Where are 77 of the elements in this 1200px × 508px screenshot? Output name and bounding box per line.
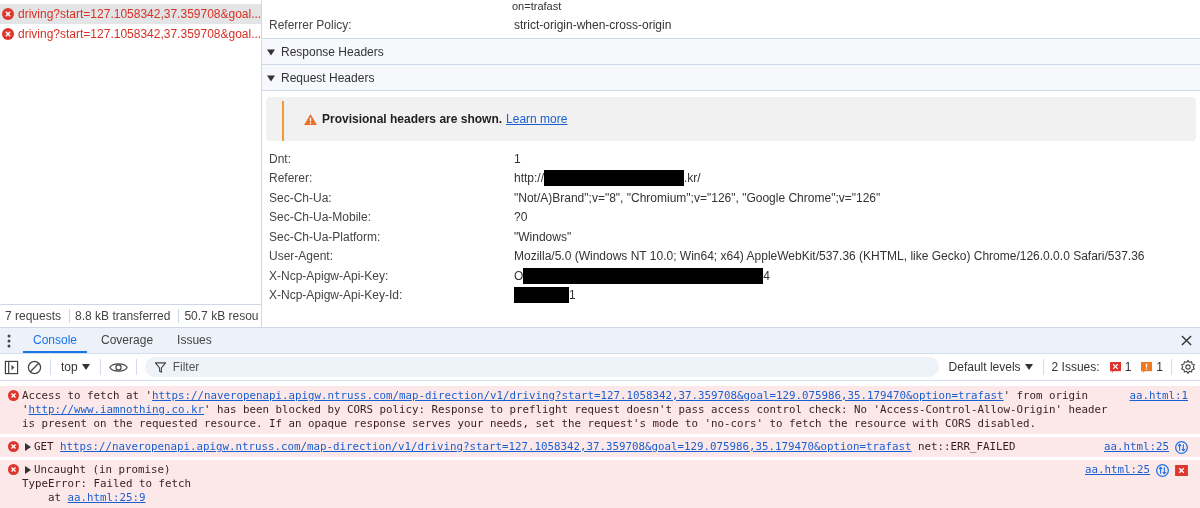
header-value: 1 [514,151,521,166]
more-icon[interactable] [7,333,11,348]
header-name: Sec-Ch-Ua: [269,190,333,205]
notice-text: Provisional headers are shown. [322,112,503,126]
sidebar-toggle-icon[interactable] [4,359,19,375]
context-dropdown[interactable]: top [59,360,92,374]
caret-icon [1024,364,1033,370]
issue-icon[interactable] [1175,464,1188,476]
issue-count: 1 [1156,360,1163,374]
header-value: "Windows" [514,229,572,244]
panel-tab[interactable]: Issues [167,328,222,353]
header-name: Dnt: [269,151,292,166]
filter-field[interactable]: Filter [144,357,939,377]
request-name: driving?start=127.1058342,37.359708&goal... [18,27,262,41]
summary-text: 50.7 kB resou [179,309,261,323]
redaction-bar [514,287,569,304]
request-row[interactable]: driving?start=127.1058342,37.359708&goal... [0,24,261,44]
error-icon [8,441,19,452]
warning-icon [304,113,317,125]
header-value: ?0 [514,210,528,225]
eye-icon[interactable] [108,360,128,374]
settings-icon[interactable] [1180,359,1196,375]
network-icon[interactable] [1156,463,1169,477]
source-link[interactable]: aa.html:1 [1129,389,1188,403]
header-value: .kr/ [684,171,701,186]
header-name: Referer: [269,171,314,186]
header-value: on=trafast [512,0,562,12]
caret-icon [81,364,90,370]
panel-tab[interactable]: Coverage [91,328,164,353]
section-header[interactable]: Request Headers [262,65,1200,91]
source-link[interactable]: aa.html:25 [1104,440,1169,454]
expand-icon[interactable] [25,443,31,451]
header-name: X-Ncp-Apigw-Api-Key: [269,268,390,283]
log-levels-dropdown[interactable]: Default levels [946,360,1035,374]
learn-more-link[interactable]: Learn more [506,112,568,126]
request-name: driving?start=127.1058342,37.359708&goal... [18,7,262,21]
expand-icon[interactable] [25,466,31,474]
summary-text: 8.8 kB transferred [70,309,180,323]
header-value: Mozilla/5.0 (Windows NT 10.0; Win64; x64) AppleWebKit/537.36 (KHTML, like Gecko) Chrome/126.0.0.0 Safari/537.36 [514,249,1145,264]
clear-icon[interactable] [27,359,42,375]
error-icon [8,464,19,475]
header-value: "Not/A)Brand";v="8", "Chromium";v="126", "Google Chrome";v="126" [514,190,881,205]
warning-issue-icon[interactable] [1141,361,1153,373]
url-link[interactable]: https://naveropenapi.apigw.ntruss.com/map-direction/v1/driving?start=127.1058342,37.359708&goal=129.075986,35.179470&option=trafast [152,389,1004,402]
header-name: User-Agent: [269,249,335,264]
message-text: GET https://naveropenapi.apigw.ntruss.com/map-direction/v1/driving?start=127.1058342,37.359708&goal=129.075986,35.179470&option=trafast net::ERR_FAILED [34,440,1016,454]
error-icon [8,390,19,401]
message-text: at aa.html:25:9 [47,491,146,505]
url-link[interactable]: https://naveropenapi.apigw.ntruss.com/map-direction/v1/driving?start=127.1058342,37.359708&goal=129.075986,35.179470&option=trafast [60,440,912,453]
header-value: 1 [569,288,576,303]
header-name: Referrer Policy: [269,18,353,32]
summary-text: 7 requests [0,309,71,323]
source-link[interactable]: aa.html:25 [1085,463,1150,477]
request-row[interactable]: driving?start=127.1058342,37.359708&goal... [0,4,261,24]
issues-label: 2 Issues: [1051,360,1100,374]
header-name: X-Ncp-Apigw-Api-Key-Id: [269,288,404,303]
filter-icon [154,362,166,373]
close-icon[interactable] [1181,335,1192,346]
header-value: 4 [763,268,771,283]
error-issue-icon[interactable] [1109,361,1121,373]
header-value: strict-origin-when-cross-origin [514,18,673,32]
header-value: O [514,268,524,283]
panel-tab[interactable]: Console [23,328,88,353]
caret-icon [267,73,275,82]
error-icon [2,8,14,20]
header-value: http:// [514,171,545,186]
network-icon[interactable] [1175,440,1188,454]
message-text: Uncaught (in promise) [34,463,171,477]
header-name: Sec-Ch-Ua-Mobile: [269,210,373,225]
message-text: Access to fetch at 'https://naveropenapi.apigw.ntruss.com/map-direction/v1/driving?start=127.1058342,37.359708&goal=129.075986,35.179470&option=trafast' from origin 'http://www.iamnothing.co.kr' has been blocked by CORS policy: Response to preflight request doesn't pass access control check: No 'Access-Control-Allow-Origin' header is present on the requested resource. If an opaque response serves your needs, set the request's mode to 'no-cors' to fetch the resource with CORS disabled. [22,389,1109,431]
url-link[interactable]: aa.html:25:9 [67,491,146,504]
url-link[interactable]: http://www.iamnothing.co.kr [28,403,205,416]
issue-count: 1 [1124,360,1132,374]
header-name: Sec-Ch-Ua-Platform: [269,229,382,244]
message-text: TypeError: Failed to fetch [22,477,191,491]
caret-icon [267,47,275,56]
section-header[interactable]: Response Headers [262,39,1200,65]
